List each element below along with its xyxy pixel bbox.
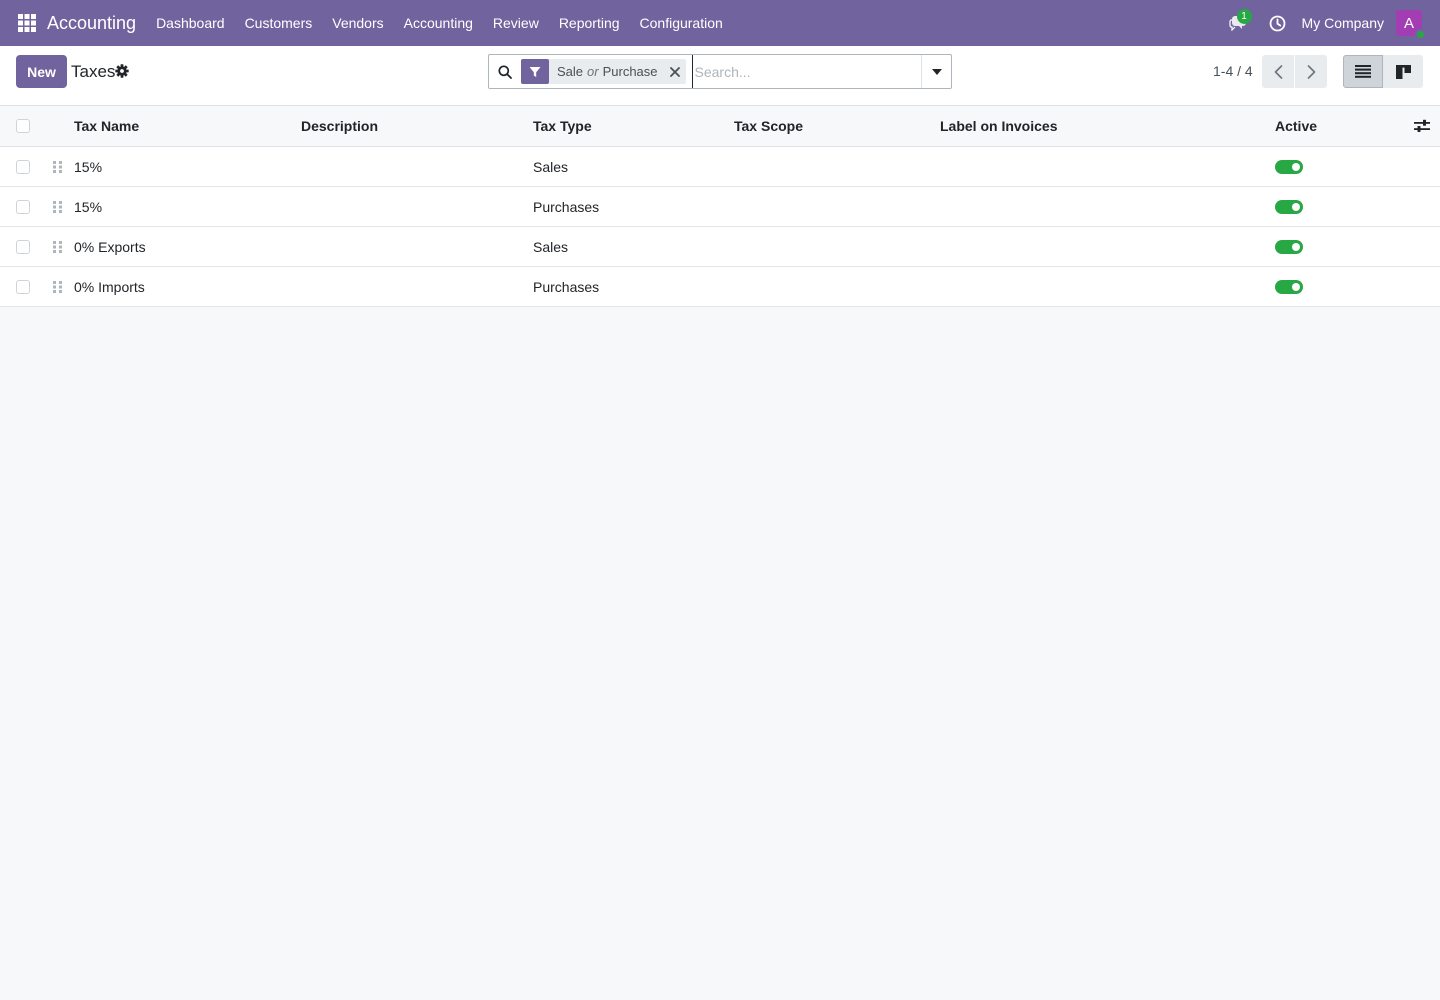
gear-icon[interactable] — [115, 64, 131, 80]
cell-tax-type: Purchases — [533, 198, 600, 215]
column-header-tax-name[interactable]: Tax Name — [74, 106, 139, 146]
menu-vendors[interactable]: Vendors — [322, 0, 393, 46]
active-toggle[interactable] — [1275, 160, 1303, 174]
menu-reporting[interactable]: Reporting — [549, 0, 630, 46]
messaging-button[interactable]: 1 — [1218, 0, 1258, 46]
facet-separator: or — [587, 64, 599, 79]
search-bar: Sale or Purchase — [488, 54, 952, 89]
drag-handle-icon[interactable] — [52, 240, 63, 254]
pager-value[interactable]: 1-4 / 4 — [1213, 63, 1253, 79]
list-view-button[interactable] — [1343, 55, 1383, 88]
messaging-badge: 1 — [1236, 9, 1252, 24]
list-icon — [1355, 65, 1371, 78]
systray: 1 My Company A — [1218, 0, 1440, 46]
filter-facet[interactable]: Sale or Purchase — [521, 59, 686, 84]
table-row[interactable]: 0% Exports Sales — [0, 227, 1440, 267]
cell-tax-type: Purchases — [533, 278, 600, 295]
table-row[interactable]: 15% Purchases — [0, 187, 1440, 227]
table-row[interactable]: 0% Imports Purchases — [0, 267, 1440, 307]
column-header-description[interactable]: Description — [301, 106, 378, 146]
app-name[interactable]: Accounting — [47, 13, 136, 34]
cell-tax-name: 0% Imports — [74, 278, 145, 295]
kanban-icon — [1395, 64, 1411, 79]
cell-tax-name: 15% — [74, 158, 103, 175]
menu-configuration[interactable]: Configuration — [630, 0, 733, 46]
chevron-left-icon — [1274, 64, 1282, 79]
menu-customers[interactable]: Customers — [235, 0, 323, 46]
table-header: Tax Name Description Tax Type Tax Scope … — [0, 106, 1440, 147]
menu-accounting[interactable]: Accounting — [394, 0, 483, 46]
row-checkbox[interactable] — [16, 240, 30, 254]
taxes-list: Tax Name Description Tax Type Tax Scope … — [0, 106, 1440, 307]
column-header-tax-type[interactable]: Tax Type — [533, 106, 592, 146]
control-panel: New Taxes Sale or Purchase Search... 1-4… — [0, 46, 1440, 106]
search-input[interactable] — [691, 55, 914, 88]
facet-value-purchase: Purchase — [602, 64, 658, 79]
column-header-tax-scope[interactable]: Tax Scope — [734, 106, 803, 146]
filter-icon — [521, 59, 549, 84]
row-checkbox[interactable] — [16, 160, 30, 174]
activity-button[interactable] — [1262, 0, 1294, 46]
online-status-dot — [1415, 29, 1426, 40]
menu-review[interactable]: Review — [483, 0, 549, 46]
menu-dashboard[interactable]: Dashboard — [146, 0, 235, 46]
main-menu: Dashboard Customers Vendors Accounting R… — [146, 0, 733, 46]
close-icon[interactable] — [664, 59, 686, 84]
cell-tax-name: 0% Exports — [74, 238, 146, 255]
avatar-letter: A — [1403, 14, 1414, 32]
caret-down-icon — [931, 68, 942, 75]
grid-icon — [18, 14, 36, 32]
column-header-label-on-invoices[interactable]: Label on Invoices — [940, 106, 1057, 146]
drag-handle-icon[interactable] — [52, 280, 63, 294]
cell-tax-type: Sales — [533, 158, 569, 175]
cell-tax-type: Sales — [533, 238, 569, 255]
facet-value-sale: Sale — [557, 64, 584, 79]
drag-handle-icon[interactable] — [52, 160, 63, 174]
row-checkbox[interactable] — [16, 200, 30, 214]
kanban-view-button[interactable] — [1383, 55, 1423, 88]
chevron-right-icon — [1307, 64, 1315, 79]
company-switcher[interactable]: My Company — [1302, 15, 1384, 31]
search-options-toggle[interactable] — [921, 55, 951, 88]
apps-menu-button[interactable] — [8, 0, 46, 46]
active-toggle[interactable] — [1275, 240, 1303, 254]
pager-next-button[interactable] — [1295, 55, 1327, 88]
sliders-icon[interactable] — [1414, 119, 1430, 135]
user-avatar[interactable]: A — [1396, 10, 1426, 40]
facet-values: Sale or Purchase — [549, 64, 664, 79]
new-button[interactable]: New — [16, 55, 67, 88]
page-title: Taxes — [71, 62, 116, 81]
clock-icon — [1269, 15, 1286, 31]
search-icon[interactable] — [489, 55, 521, 88]
drag-handle-icon[interactable] — [52, 200, 63, 214]
select-all-checkbox[interactable] — [16, 119, 30, 133]
pager-previous-button[interactable] — [1262, 55, 1294, 88]
table-row[interactable]: 15% Sales — [0, 147, 1440, 187]
cell-tax-name: 15% — [74, 198, 103, 215]
top-navbar: Accounting Dashboard Customers Vendors A… — [0, 0, 1440, 46]
column-header-active[interactable]: Active — [1275, 106, 1317, 146]
active-toggle[interactable] — [1275, 280, 1303, 294]
row-checkbox[interactable] — [16, 280, 30, 294]
active-toggle[interactable] — [1275, 200, 1303, 214]
